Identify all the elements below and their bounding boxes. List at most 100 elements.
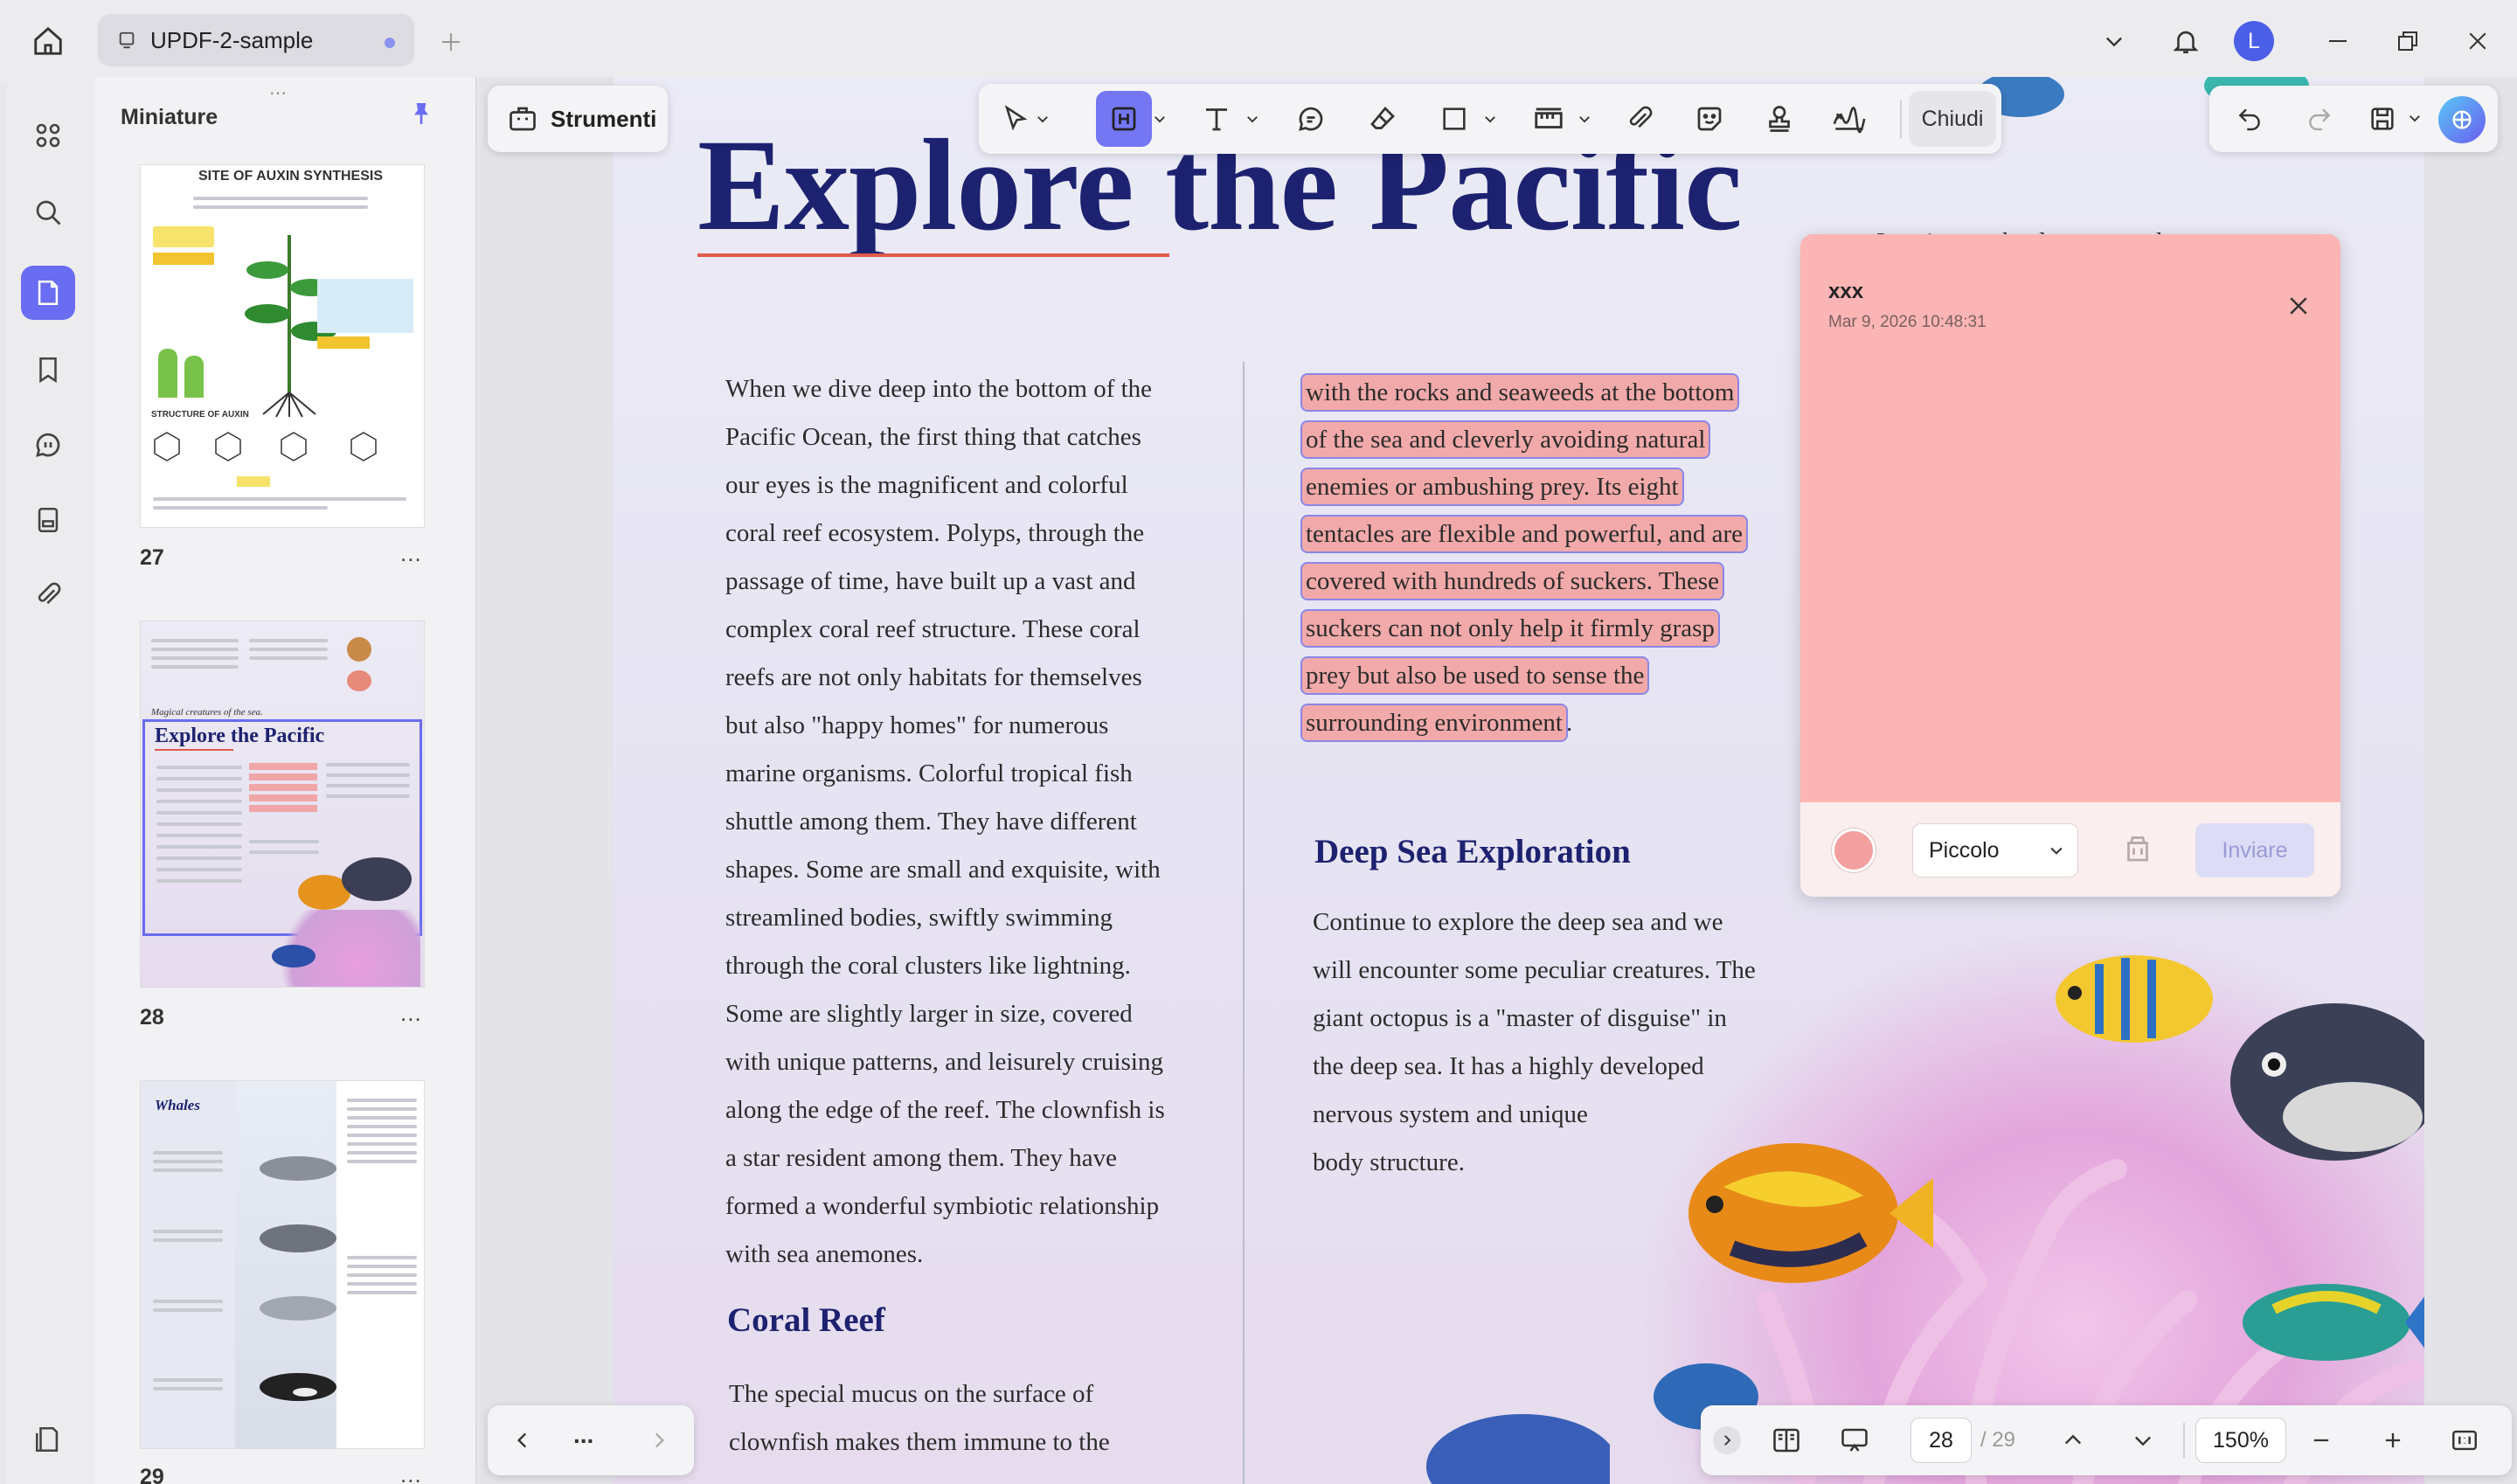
redo-icon[interactable] <box>2297 96 2342 142</box>
highlight-annotation[interactable]: of the sea and cleverly avoiding natural <box>1300 420 1711 459</box>
layers-icon[interactable] <box>21 1412 75 1467</box>
page-thumbnail-28[interactable]: Magical creatures of the sea. Explore th… <box>140 621 425 988</box>
bell-icon[interactable] <box>2164 19 2208 63</box>
chevron-right-icon[interactable] <box>636 1418 682 1463</box>
eraser-icon[interactable] <box>1355 91 1411 147</box>
text-line: through the coral clusters like lightnin… <box>725 952 1131 980</box>
deep-sea-heading: Deep Sea Exploration <box>1314 833 1631 870</box>
text-line: nervous system and unique <box>1313 1100 1588 1128</box>
page-thumbnail-29[interactable]: Whales <box>140 1080 425 1449</box>
stamp-icon[interactable] <box>1751 91 1807 147</box>
highlight-annotation[interactable]: prey but also be used to sense the <box>1300 656 1650 695</box>
note-delete-icon[interactable] <box>2115 827 2160 872</box>
zoom-level-input[interactable]: 150% <box>2195 1418 2286 1463</box>
document-tab[interactable]: UPDF-2-sample <box>98 14 414 66</box>
note-size-select[interactable]: Piccolo <box>1912 823 2078 877</box>
new-tab-plus-icon[interactable] <box>432 23 470 61</box>
restore-icon[interactable] <box>2386 19 2430 63</box>
highlight-annotation[interactable]: tentacles are flexible and powerful, and… <box>1300 515 1748 553</box>
text-line: formed a wonderful symbiotic relationshi… <box>725 1192 1160 1220</box>
text-line: clownfish makes them immune to the <box>729 1428 1110 1456</box>
text-line: reefs are not only habitats for themselv… <box>725 663 1142 691</box>
highlight-tool-icon[interactable] <box>1096 91 1152 147</box>
note-send-button[interactable]: Inviare <box>2195 823 2314 877</box>
pin-icon[interactable] <box>407 100 435 128</box>
highlight-annotation[interactable]: enemies or ambushing prey. Its eight <box>1300 468 1684 506</box>
thumbnail-28-more-button[interactable]: ... <box>400 1000 422 1027</box>
note-textarea[interactable] <box>1818 348 2323 785</box>
text-line: The special mucus on the surface of <box>729 1380 1094 1408</box>
grid-icon[interactable] <box>21 108 75 163</box>
highlight-annotation[interactable]: suckers can not only help it firmly gras… <box>1300 609 1720 648</box>
text-line: coral reef ecosystem. Polyps, through th… <box>725 519 1145 547</box>
close-note-icon[interactable] <box>2279 287 2318 325</box>
comments-icon[interactable] <box>21 418 75 472</box>
butterfly-fish <box>2047 942 2222 1056</box>
rectangle-tool-icon[interactable] <box>1426 91 1482 147</box>
highlight-end-punctuation: . <box>1565 709 1573 737</box>
measure-dropdown-chevron[interactable] <box>1571 91 1598 147</box>
sticker-icon[interactable] <box>1681 91 1737 147</box>
text-line: shuttle among them. They have different <box>725 808 1137 836</box>
ai-assistant-icon[interactable] <box>2438 96 2486 143</box>
close-window-icon[interactable] <box>2456 19 2500 63</box>
note-color-swatch[interactable] <box>1832 829 1876 872</box>
sticky-note-popup[interactable]: xxx Mar 9, 2026 10:48:31 Piccolo Inviare <box>1800 234 2340 897</box>
presentation-icon[interactable] <box>1832 1418 1877 1463</box>
thumbnail-28-current-view <box>142 719 422 936</box>
zoom-out-icon[interactable] <box>2299 1418 2344 1463</box>
minimize-icon[interactable] <box>2316 19 2360 63</box>
chevron-up-icon[interactable] <box>2050 1418 2096 1463</box>
page-pager: ... <box>488 1405 694 1475</box>
shape-dropdown-chevron[interactable] <box>1477 91 1503 147</box>
attach-file-icon[interactable] <box>1612 91 1668 147</box>
home-icon[interactable] <box>26 19 70 63</box>
chevron-left-icon[interactable] <box>500 1418 545 1463</box>
save-icon[interactable] <box>2360 96 2405 142</box>
panel-title: Miniature <box>121 105 218 129</box>
tools-button[interactable]: Strumenti <box>488 86 668 152</box>
form-fields-icon[interactable] <box>21 493 75 547</box>
thumbnail-27-more-button[interactable]: ... <box>400 540 422 567</box>
thumbnails-icon[interactable] <box>21 266 75 320</box>
pager-more-button[interactable]: ... <box>573 1421 593 1449</box>
save-dropdown-chevron[interactable] <box>2402 105 2428 131</box>
highlighted-text-block[interactable]: with the rocks and seaweeds at the botto… <box>1300 369 1827 746</box>
page-thumbnail-27[interactable]: SITE OF AUXIN SYNTHESIS STRUCTURE OF AUX… <box>140 164 425 528</box>
thumbnail-28-title: Explore the Pacific <box>155 725 325 747</box>
actual-size-icon[interactable] <box>2442 1418 2487 1463</box>
text-line: Some are slightly larger in size, covere… <box>725 1000 1133 1028</box>
highlight-dropdown-chevron[interactable] <box>1147 91 1173 147</box>
highlight-annotation[interactable]: surrounding environment <box>1300 704 1568 742</box>
highlight-annotation[interactable]: covered with hundreds of suckers. These <box>1300 562 1724 600</box>
text-tool-icon[interactable] <box>1189 91 1245 147</box>
expand-chevron-icon[interactable] <box>1713 1426 1741 1454</box>
tab-title: UPDF-2-sample <box>150 26 314 53</box>
text-dropdown-chevron[interactable] <box>1239 91 1265 147</box>
avatar[interactable]: L <box>2234 21 2274 61</box>
text-line: When we dive deep into the bottom of the <box>725 375 1153 403</box>
search-icon[interactable] <box>21 185 75 239</box>
text-line: Pacific Ocean, the first thing that catc… <box>725 423 1141 451</box>
thumbnail-29-more-button[interactable]: ... <box>400 1461 422 1482</box>
select-dropdown-chevron[interactable] <box>1030 91 1056 147</box>
text-line: the deep sea. It has a highly developed <box>1313 1052 1704 1080</box>
undo-icon[interactable] <box>2227 96 2272 142</box>
bookmark-icon[interactable] <box>21 343 75 397</box>
toolbar-divider <box>1900 100 1902 138</box>
measure-tool-icon[interactable] <box>1521 91 1577 147</box>
zoom-in-icon[interactable] <box>2370 1418 2416 1463</box>
text-line: along the edge of the reef. The clownfis… <box>725 1096 1165 1124</box>
signature-icon[interactable] <box>1821 91 1877 147</box>
chevron-down-icon[interactable] <box>2120 1418 2166 1463</box>
page-layout-icon[interactable] <box>1764 1418 1809 1463</box>
highlight-annotation[interactable]: with the rocks and seaweeds at the botto… <box>1300 373 1740 412</box>
text-line: with unique patterns, and leisurely crui… <box>725 1048 1163 1076</box>
page-number-input[interactable]: 28 <box>1910 1418 1972 1463</box>
close-toolbar-button[interactable]: Chiudi <box>1909 91 1996 147</box>
panel-drag-handle[interactable]: ⋯ <box>269 82 289 104</box>
coral-reef-heading: Coral Reef <box>727 1301 885 1339</box>
comment-tool-icon[interactable] <box>1283 91 1339 147</box>
attachment-icon[interactable] <box>21 568 75 622</box>
chevron-down-icon[interactable] <box>2094 21 2134 61</box>
